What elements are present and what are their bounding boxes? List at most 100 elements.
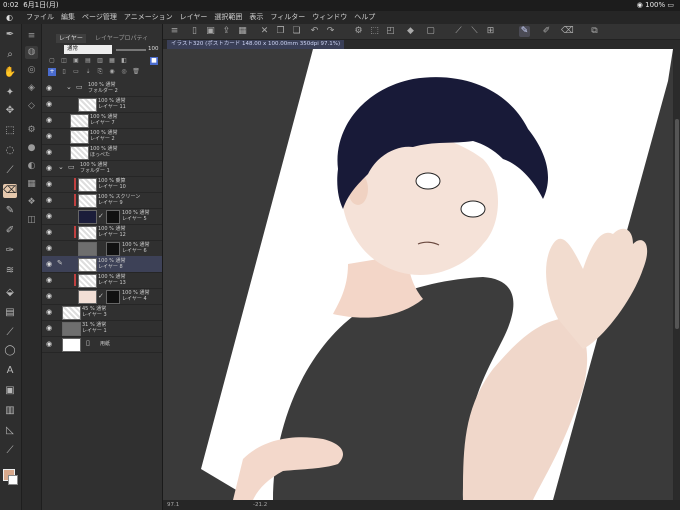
layer-row[interactable]: ◉ ⌄ ▭ 100 % 通常 フォルダー 2 [42, 80, 162, 97]
grid-icon[interactable]: ⊞ [485, 26, 496, 37]
layer-row[interactable]: ◉ 45 % 通常 レイヤー 3 [42, 304, 162, 321]
transform-icon[interactable]: ⬚ [369, 26, 380, 37]
color-set-icon[interactable]: ▦ [25, 178, 38, 191]
eye-icon[interactable]: ◉ [45, 212, 53, 220]
subtool-list-icon[interactable]: ≡ [25, 30, 38, 43]
layer-row[interactable]: ◉ 100 % 通常 レイヤー 13 [42, 272, 162, 289]
pen-stabilizer-icon[interactable]: ✎ [519, 26, 530, 37]
tab-layer-property[interactable]: レイヤープロパティ [92, 34, 151, 43]
layer-row[interactable]: ◉ 100 % 通常 レイヤー 6 [42, 240, 162, 257]
crop-icon[interactable]: ◰ [385, 26, 396, 37]
menu-animation[interactable]: アニメーション [124, 11, 173, 24]
clipping-icon[interactable]: ⎘ [96, 68, 104, 76]
export-icon[interactable]: ⇪ [221, 26, 232, 37]
fill-icon[interactable]: ◆ [405, 26, 416, 37]
blend-tool-icon[interactable]: ≋ [3, 264, 17, 278]
layer-row-selected[interactable]: ◉ ✎ 100 % 通常 レイヤー 8 [42, 256, 162, 273]
reference-icon[interactable]: ⧉ [589, 26, 600, 37]
vector-eraser-icon[interactable]: ◈ [25, 82, 38, 95]
delete-mask-icon[interactable]: ◎ [120, 68, 128, 76]
layer-row[interactable]: ◉ 100 % スクリーン レイヤー 9 [42, 192, 162, 209]
redo-icon[interactable]: ↷ [325, 26, 336, 37]
balloon-tool-icon[interactable]: ◯ [3, 344, 17, 358]
brush-tool-icon[interactable]: ✐ [3, 224, 17, 238]
fill-tool-icon[interactable]: ⬙ [3, 286, 17, 300]
color-wheel-icon[interactable]: ◐ [25, 160, 38, 173]
rotation-angle[interactable]: -21.2 [253, 500, 267, 510]
mask-enable-icon[interactable]: ▥ [96, 57, 104, 65]
eraser-tool-icon[interactable]: ⌫ [3, 184, 17, 198]
eye-icon[interactable]: ◉ [45, 244, 53, 252]
delete-layer-icon[interactable]: 🗑 [132, 68, 140, 76]
pencil-tool-icon[interactable]: ✎ [3, 204, 17, 218]
move-tool-icon[interactable]: ✥ [3, 104, 17, 118]
eye-icon[interactable]: ◉ [45, 260, 53, 268]
chevron-down-icon[interactable]: ⌄ [66, 84, 75, 91]
eye-icon[interactable]: ◉ [45, 292, 53, 300]
eye-icon[interactable]: ◉ [45, 164, 53, 172]
layer-row[interactable]: ◉ 100 % 通常 レイヤー 7 [42, 112, 162, 129]
ruler-range-icon[interactable]: ▦ [108, 57, 116, 65]
merge-down-icon[interactable]: ⇣ [84, 68, 92, 76]
tab-layer[interactable]: レイヤー [56, 34, 86, 43]
eye-icon[interactable]: ◉ [45, 180, 53, 188]
scroll-thumb[interactable] [675, 119, 679, 329]
eye-icon[interactable]: ◉ [45, 148, 53, 156]
menu-filter[interactable]: フィルター [270, 11, 305, 24]
document-tab[interactable]: イラスト320 (ポストカード 148.00 x 100.00mm 350dpi… [167, 40, 345, 49]
lock-alpha-icon[interactable]: ▤ [84, 57, 92, 65]
paste-icon[interactable]: ❏ [291, 26, 302, 37]
new-folder-icon[interactable]: ▭ [72, 68, 80, 76]
opacity-slider[interactable] [116, 49, 146, 51]
layer-row[interactable]: ◉ 100 % 乗算 レイヤー 10 [42, 176, 162, 193]
menu-layer[interactable]: レイヤー [180, 11, 208, 24]
palette-color-icon[interactable]: ◧ [120, 57, 128, 65]
layer-row[interactable]: ◉ ✓ 100 % 通常 レイヤー 5 [42, 208, 162, 225]
navigator-icon[interactable]: ◫ [25, 214, 38, 227]
new-raster-layer-icon[interactable]: + [48, 68, 56, 76]
menu-view[interactable]: 表示 [249, 11, 263, 24]
eye-icon[interactable]: ◉ [45, 276, 53, 284]
save-icon[interactable]: ▣ [205, 26, 216, 37]
correction-tool-icon[interactable]: ⟋ [3, 444, 17, 458]
menu-window[interactable]: ウィンドウ [312, 11, 347, 24]
lasso-tool-icon[interactable]: ◌ [3, 144, 17, 158]
eye-icon[interactable]: ◉ [45, 100, 53, 108]
layer-row[interactable]: ◉ ▯ 用紙 [42, 336, 162, 353]
airbrush-tool-icon[interactable]: ✑ [3, 244, 17, 258]
eye-icon[interactable]: ◉ [45, 324, 53, 332]
layer-row[interactable]: ◉ 31 % 通常 レイヤー 1 [42, 320, 162, 337]
copy-icon[interactable]: ❐ [275, 26, 286, 37]
layer-row[interactable]: ◉ 100 % 通常 ほっぺた [42, 144, 162, 161]
hand-tool-icon[interactable]: ✋ [3, 66, 17, 80]
eye-icon[interactable]: ◉ [45, 84, 53, 92]
menu-page[interactable]: ページ管理 [82, 11, 117, 24]
layer-row[interactable]: ◉ 100 % 通常 レイヤー 11 [42, 96, 162, 113]
menu-file[interactable]: ファイル [26, 11, 54, 24]
sub-color-swatch[interactable] [8, 475, 18, 485]
chevron-down-icon[interactable]: ⌄ [58, 164, 67, 171]
brush-icon[interactable]: ✐ [541, 26, 552, 37]
eye-icon[interactable]: ◉ [45, 308, 53, 316]
undo-icon[interactable]: ↶ [309, 26, 320, 37]
eye-icon[interactable]: ◉ [45, 340, 53, 348]
clear-icon[interactable]: ✕ [259, 26, 270, 37]
layer-color-icon[interactable]: ■ [150, 57, 158, 65]
pen-tool-icon[interactable]: ✒ [3, 28, 17, 42]
eraser-mode-icon[interactable]: ⌫ [561, 26, 574, 37]
eyedropper-tool-icon[interactable]: ⟋ [3, 164, 17, 178]
layer-row[interactable]: ◉ ⌄ ▭ 100 % 通常 フォルダー 1 [42, 160, 162, 177]
text-tool-icon[interactable]: A [3, 364, 17, 378]
zoom-value[interactable]: 97.1 [167, 500, 179, 510]
select-all-icon[interactable]: ▢ [425, 26, 436, 37]
opacity-value[interactable]: 100 [148, 45, 159, 54]
reference-layer-icon[interactable]: ◫ [60, 57, 68, 65]
layer-row[interactable]: ◉ 100 % 通常 レイヤー 2 [42, 128, 162, 145]
menu-selection[interactable]: 選択範囲 [214, 11, 242, 24]
ruler-icon[interactable]: ⟋ [453, 26, 464, 37]
sparkle-tool-icon[interactable]: ✦ [3, 86, 17, 100]
eye-icon[interactable]: ◉ [45, 132, 53, 140]
menu-edit[interactable]: 編集 [61, 11, 75, 24]
layer-row[interactable]: ◉ ✓ 100 % 通常 レイヤー 4 [42, 288, 162, 305]
layer-row[interactable]: ◉ 100 % 通常 レイヤー 12 [42, 224, 162, 241]
